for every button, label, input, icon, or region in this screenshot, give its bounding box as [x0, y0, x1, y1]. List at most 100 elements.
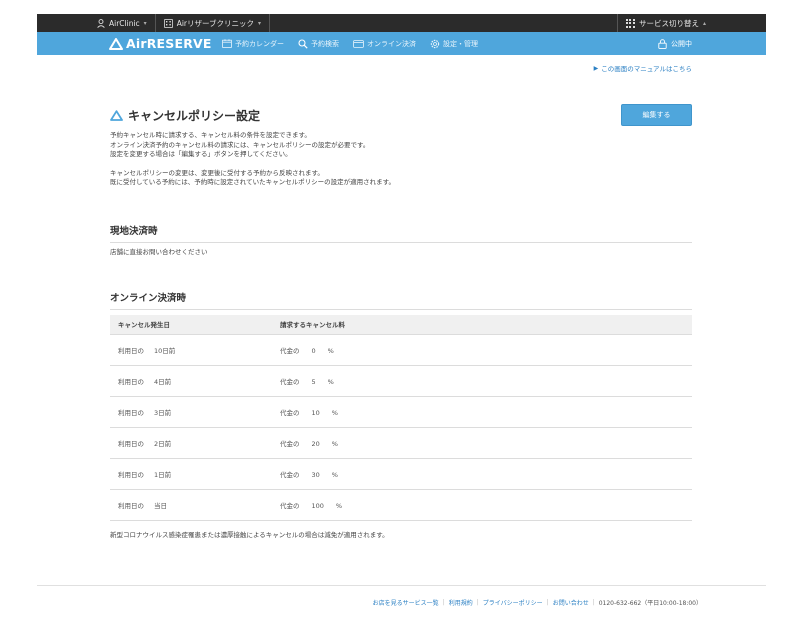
- fee-value: 20: [311, 439, 320, 448]
- fee-unit: %: [331, 470, 338, 479]
- footer-link-terms[interactable]: 利用規約: [449, 598, 473, 607]
- fee-value: 5: [311, 377, 316, 386]
- date-value: 2日前: [154, 439, 172, 448]
- column-header-cancel-date: キャンセル発生日: [110, 315, 272, 335]
- date-value: 当日: [154, 501, 167, 510]
- description-line: キャンセルポリシーの変更は、変更後に受付する予約から反映されます。: [110, 168, 324, 177]
- cancel-fee-table: キャンセル発生日 請求するキャンセル料 利用日の 10日前 代金の 0% 利用日の 4…: [110, 315, 692, 521]
- footer-links: お店を見るサービス一覧 | 利用規約 | プライバシーポリシー | お問い合わせ…: [373, 598, 702, 607]
- table-row: 利用日の 10日前 代金の 0%: [110, 334, 692, 366]
- page-title-text: キャンセルポリシー設定: [128, 109, 261, 123]
- manual-link-label: この画面のマニュアルはこちら: [601, 65, 692, 73]
- edit-button[interactable]: 編集する: [621, 104, 692, 126]
- fee-value: 30: [311, 470, 320, 479]
- cancel-date-cell: 利用日の 10日前: [110, 334, 272, 366]
- nav-item-calendar[interactable]: 予約カレンダー: [222, 39, 284, 49]
- description: 予約キャンセル時に請求する、キャンセル料の条件を設定できます。 オンライン決済予…: [110, 131, 692, 188]
- lock-icon: [658, 38, 667, 49]
- user-icon: [97, 18, 105, 28]
- cancel-date-cell: 利用日の 4日前: [110, 365, 272, 397]
- main-nav: AirRESERVE 予約カレンダー 予約検索 オンライン決済 設定・管理 公開…: [37, 32, 766, 55]
- title-row: キャンセルポリシー設定 編集する: [110, 104, 692, 126]
- cancel-fee-cell: 代金の 20%: [272, 427, 692, 459]
- chevron-down-icon: ▾: [143, 19, 147, 27]
- footer-link-services[interactable]: お店を見るサービス一覧: [373, 598, 439, 607]
- account-name: AirClinic: [109, 18, 140, 28]
- fee-prefix: 代金の: [280, 346, 300, 355]
- cancel-fee-cell: 代金の 100%: [272, 489, 692, 521]
- cancel-fee-cell: 代金の 5%: [272, 365, 692, 397]
- top-bar: AirClinic ▾ Airリザーブクリニック ▾ サービス切り替え ▴: [37, 14, 766, 32]
- online-section-heading: オンライン決済時: [110, 290, 692, 310]
- gear-icon: [430, 39, 440, 48]
- fee-value: 100: [311, 501, 324, 510]
- date-value: 4日前: [154, 377, 172, 386]
- nav-item-online-payment[interactable]: オンライン決済: [353, 39, 416, 49]
- table-row: 利用日の 3日前 代金の 10%: [110, 396, 692, 428]
- clinic-name: Airリザーブクリニック: [176, 18, 255, 28]
- divider: |: [592, 599, 595, 606]
- apps-grid-icon: [625, 18, 635, 28]
- service-switch-label: サービス切り替え: [638, 18, 699, 28]
- description-line: オンライン決済予約のキャンセル料の請求には、キャンセルポリシーの設定が必要です。: [110, 140, 370, 149]
- fee-prefix: 代金の: [280, 470, 300, 479]
- cancel-date-cell: 利用日の 当日: [110, 489, 272, 521]
- onsite-section-body: 店舗に直接お問い合わせください: [110, 248, 208, 256]
- cancel-fee-cell: 代金の 10%: [272, 396, 692, 428]
- cancel-date-cell: 利用日の 1日前: [110, 458, 272, 490]
- footer: お店を見るサービス一覧 | 利用規約 | プライバシーポリシー | お問い合わせ…: [37, 585, 766, 620]
- app-frame: AirClinic ▾ Airリザーブクリニック ▾ サービス切り替え ▴ Ai…: [37, 14, 766, 620]
- nav-item-label: 設定・管理: [443, 39, 478, 48]
- footer-link-privacy[interactable]: プライバシーポリシー: [483, 598, 543, 607]
- divider: |: [442, 599, 445, 606]
- table-row: 利用日の 2日前 代金の 20%: [110, 427, 692, 459]
- cancel-fee-cell: 代金の 0%: [272, 334, 692, 366]
- date-prefix: 利用日の: [118, 408, 144, 417]
- play-arrow-icon: ▶: [593, 64, 599, 72]
- fee-prefix: 代金の: [280, 501, 300, 510]
- manual-link[interactable]: ▶ この画面のマニュアルはこちら: [593, 63, 692, 74]
- fee-value: 0: [311, 346, 316, 355]
- fee-prefix: 代金の: [280, 439, 300, 448]
- page-title: キャンセルポリシー設定: [110, 107, 260, 124]
- date-prefix: 利用日の: [118, 470, 144, 479]
- fee-unit: %: [327, 377, 334, 386]
- cancel-footnote: 新型コロナウイルス感染症罹患または濃厚接触によるキャンセルの場合は減免が適用され…: [110, 531, 389, 539]
- date-prefix: 利用日の: [118, 439, 144, 448]
- clinic-menu[interactable]: Airリザーブクリニック ▾: [156, 14, 271, 32]
- date-value: 1日前: [154, 470, 172, 479]
- fee-unit: %: [331, 408, 338, 417]
- divider: |: [546, 599, 549, 606]
- date-prefix: 利用日の: [118, 377, 144, 386]
- date-prefix: 利用日の: [118, 346, 144, 355]
- fee-value: 10: [311, 408, 320, 417]
- nav-item-label: 予約カレンダー: [235, 39, 284, 48]
- footer-link-contact[interactable]: お問い合わせ: [553, 598, 589, 607]
- publish-status[interactable]: 公開中: [658, 32, 692, 55]
- fee-prefix: 代金の: [280, 377, 300, 386]
- brand-name: AirRESERVE: [126, 36, 212, 51]
- description-line: 既に受付している予約には、予約時に設定されていたキャンセルポリシーの設定が適用さ…: [110, 178, 395, 186]
- table-row: 利用日の 4日前 代金の 5%: [110, 365, 692, 397]
- fee-unit: %: [335, 501, 343, 510]
- date-prefix: 利用日の: [118, 501, 144, 510]
- table-header-row: キャンセル発生日 請求するキャンセル料: [110, 315, 692, 335]
- description-line: 設定を変更する場合は「編集する」ボタンを押してください。: [110, 150, 292, 158]
- column-header-cancel-fee: 請求するキャンセル料: [272, 315, 692, 335]
- table-row: 利用日の 当日 代金の 100%: [110, 489, 692, 521]
- nav-items: 予約カレンダー 予約検索 オンライン決済 設定・管理: [222, 32, 492, 55]
- date-value: 10日前: [154, 346, 176, 355]
- nav-item-search[interactable]: 予約検索: [298, 38, 339, 49]
- cancel-fee-cell: 代金の 30%: [272, 458, 692, 490]
- account-menu[interactable]: AirClinic ▾: [37, 14, 156, 32]
- fee-unit: %: [327, 346, 334, 355]
- brand-logo[interactable]: AirRESERVE: [109, 36, 212, 51]
- nav-item-settings[interactable]: 設定・管理: [430, 39, 478, 49]
- divider: |: [476, 599, 479, 606]
- footer-tel: 0120-632-662（平日10:00-18:00）: [598, 600, 702, 607]
- date-value: 3日前: [154, 408, 172, 417]
- triangle-logo-icon: [110, 110, 123, 121]
- cancel-date-cell: 利用日の 3日前: [110, 396, 272, 428]
- service-switch-menu[interactable]: サービス切り替え ▴: [616, 14, 766, 32]
- table-row: 利用日の 1日前 代金の 30%: [110, 458, 692, 490]
